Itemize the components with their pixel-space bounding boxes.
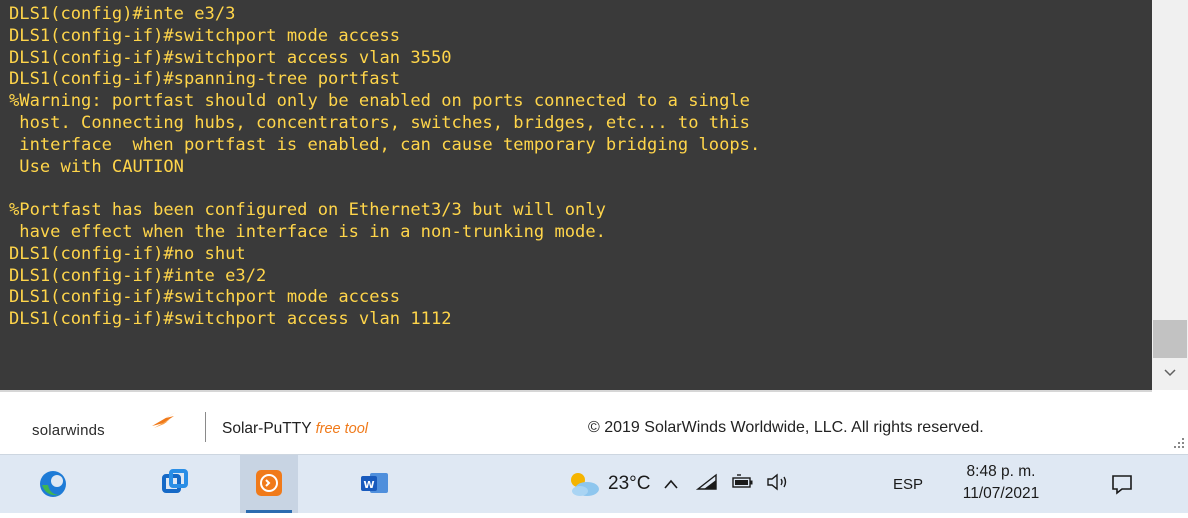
clock-date: 11/07/2021 xyxy=(962,485,1040,502)
terminal-line: DLS1(config-if)#spanning-tree portfast xyxy=(9,69,401,90)
terminal-line: DLS1(config-if)#switchport access vlan 3… xyxy=(9,47,452,68)
weather-icon[interactable] xyxy=(566,455,602,513)
product-name: Solar-PuTTY free tool xyxy=(222,420,368,438)
input-language[interactable]: ESP xyxy=(893,455,923,513)
solar-putty-icon xyxy=(256,470,282,496)
terminal-line: %Portfast has been configured on Etherne… xyxy=(9,200,606,221)
terminal-line: DLS1(config-if)#switchport mode access xyxy=(9,287,401,308)
wifi-icon[interactable] xyxy=(695,473,718,496)
terminal-line: DLS1(config)#inte e3/3 xyxy=(9,4,236,24)
word-icon: W xyxy=(361,473,388,493)
terminal-line: DLS1(config-if)#switchport access vlan 1… xyxy=(9,309,452,330)
svg-text:W: W xyxy=(363,480,374,491)
terminal-output[interactable]: DLS1(config)#inte e3/3 DLS1(config-if)#s… xyxy=(0,0,1152,390)
scrollbar-thumb[interactable] xyxy=(1153,320,1187,358)
taskbar-app-word[interactable]: W xyxy=(346,455,404,513)
virtual-machine-icon xyxy=(162,469,188,493)
weather-temperature[interactable]: 23°C xyxy=(608,455,650,513)
terminal-line: have effect when the interface is in a n… xyxy=(9,221,606,242)
taskbar-clock[interactable]: 8:48 p. m. 11/07/2021 xyxy=(946,461,1056,505)
taskbar-app-virtual-machine[interactable] xyxy=(146,455,204,513)
solarwinds-logo: solarwinds xyxy=(32,422,105,439)
active-app-indicator xyxy=(246,510,292,513)
terminal-line: host. Connecting hubs, concentrators, sw… xyxy=(9,112,750,133)
scroll-down-arrow-icon[interactable] xyxy=(1152,360,1188,384)
show-hidden-icons-chevron-icon[interactable] xyxy=(664,474,678,494)
terminal-line: DLS1(config-if)#switchport mode access xyxy=(9,25,401,46)
product-label: Solar-PuTTY xyxy=(222,420,312,437)
volume-icon[interactable] xyxy=(766,473,792,496)
terminal-line: %Warning: portfast should only be enable… xyxy=(9,91,750,112)
system-tray xyxy=(664,455,792,513)
clock-time: 8:48 p. m. xyxy=(966,463,1036,480)
windows-taskbar: W 23°C ESP 8:48 p. m. 11/07/2021 xyxy=(0,454,1188,513)
solar-putty-footer: solarwinds Solar-PuTTY free tool © 2019 S… xyxy=(0,392,1188,454)
taskbar-app-edge[interactable] xyxy=(24,455,82,513)
terminal-line: interface when portfast is enabled, can … xyxy=(9,134,761,155)
footer-separator xyxy=(205,412,206,442)
terminal-line: DLS1(config-if)#no shut xyxy=(9,243,246,264)
copyright-text: © 2019 SolarWinds Worldwide, LLC. All ri… xyxy=(588,419,984,436)
battery-icon[interactable] xyxy=(732,473,754,495)
notification-center-icon[interactable] xyxy=(1110,472,1134,496)
taskbar-app-solar-putty[interactable] xyxy=(240,455,298,513)
vertical-scrollbar[interactable] xyxy=(1152,0,1188,390)
terminal-line: Use with CAUTION xyxy=(9,156,184,177)
terminal-line: DLS1(config-if)#inte e3/2 xyxy=(9,265,267,286)
solarwinds-flame-icon xyxy=(150,410,178,435)
free-tool-link[interactable]: free tool xyxy=(316,421,368,437)
resize-grip-icon[interactable] xyxy=(1170,434,1186,450)
edge-browser-icon xyxy=(40,471,66,497)
